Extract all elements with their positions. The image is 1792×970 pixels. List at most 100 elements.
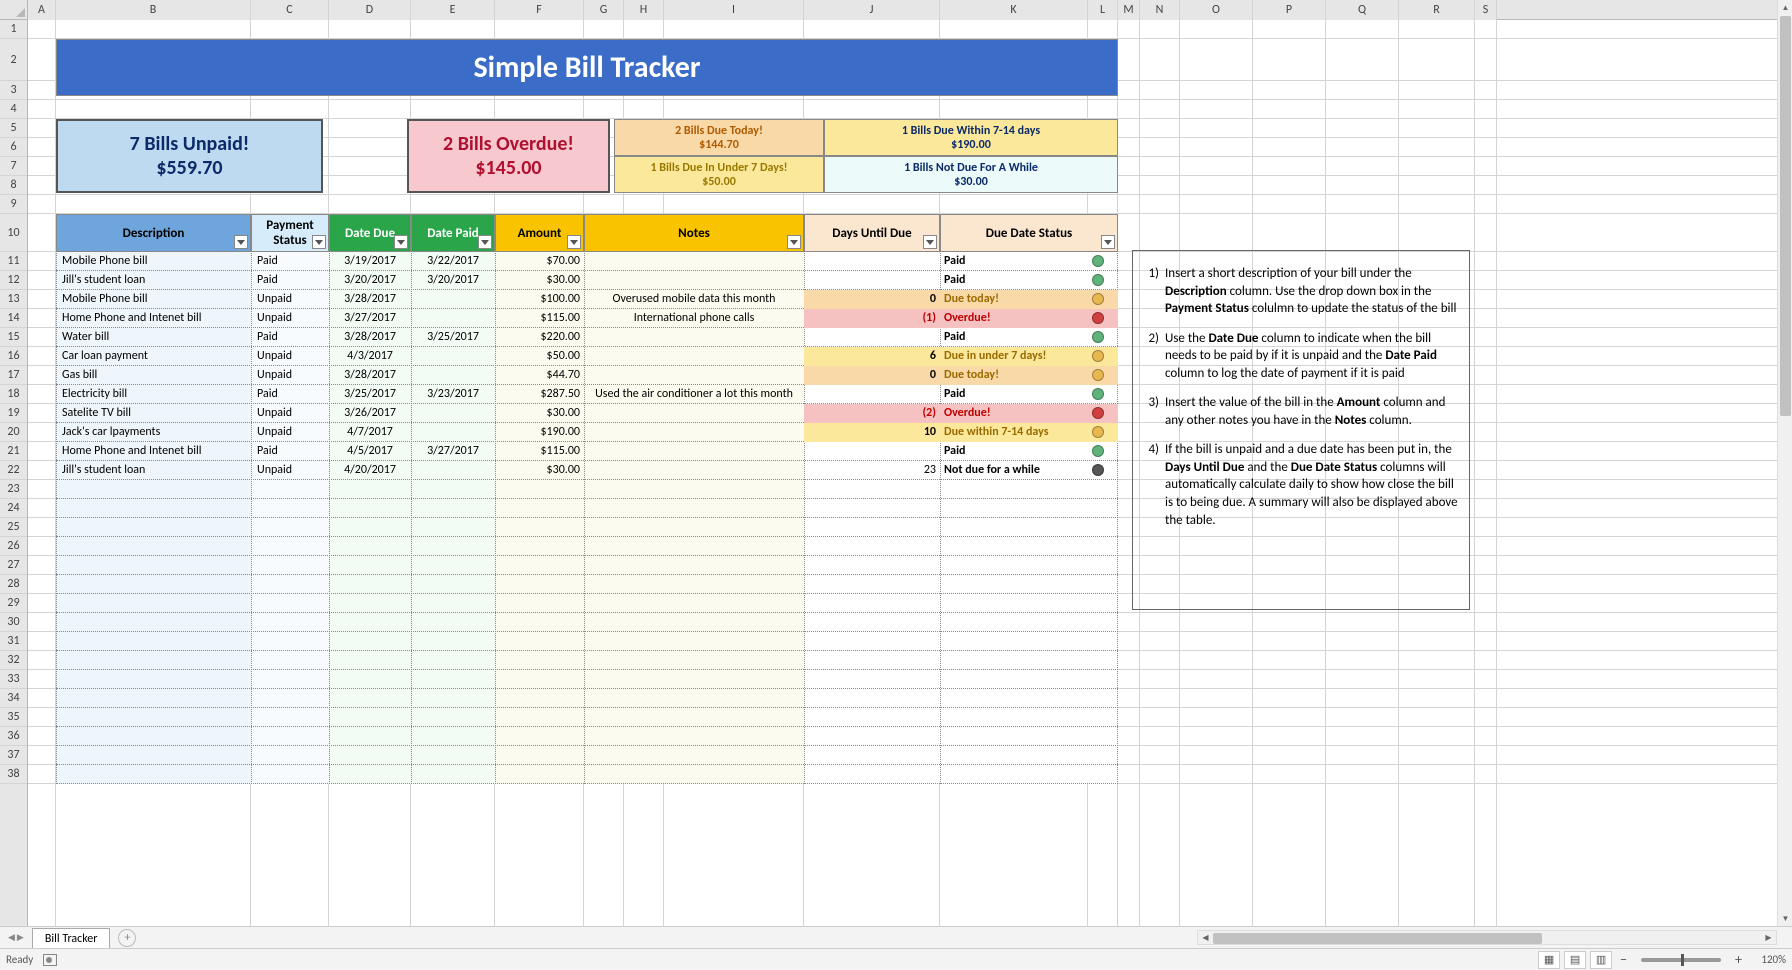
- column-header[interactable]: M: [1118, 0, 1140, 20]
- row-header[interactable]: 2: [0, 39, 27, 81]
- cell-notes[interactable]: [584, 423, 804, 442]
- column-header[interactable]: R: [1399, 0, 1475, 20]
- cell-payment-status[interactable]: Unpaid: [251, 366, 329, 385]
- cell-days-until-due[interactable]: [804, 252, 940, 271]
- cell-description[interactable]: Electricity bill: [56, 385, 251, 404]
- row-header[interactable]: 8: [0, 176, 27, 195]
- row-header[interactable]: 5: [0, 119, 27, 138]
- row-header[interactable]: 28: [0, 575, 27, 594]
- cell-date-paid[interactable]: [411, 461, 495, 480]
- row-header[interactable]: 16: [0, 347, 27, 366]
- cell-description[interactable]: Satelite TV bill: [56, 404, 251, 423]
- cell-due-date-status[interactable]: Overdue!: [940, 404, 1100, 423]
- column-header[interactable]: D: [329, 0, 411, 20]
- row-header[interactable]: 25: [0, 518, 27, 537]
- cell-payment-status[interactable]: Unpaid: [251, 461, 329, 480]
- row-header[interactable]: 27: [0, 556, 27, 575]
- sheet-tab-active[interactable]: Bill Tracker: [32, 928, 111, 948]
- header-due-date-status-filter[interactable]: [1101, 235, 1115, 249]
- cell-date-paid[interactable]: [411, 347, 495, 366]
- cell-notes[interactable]: [584, 366, 804, 385]
- row-header[interactable]: 31: [0, 632, 27, 651]
- cell-date-paid[interactable]: 3/20/2017: [411, 271, 495, 290]
- cell-payment-status[interactable]: Paid: [251, 328, 329, 347]
- cell-payment-status[interactable]: Paid: [251, 385, 329, 404]
- row-header[interactable]: 19: [0, 404, 27, 423]
- cell-notes[interactable]: [584, 252, 804, 271]
- cell-date-paid[interactable]: 3/23/2017: [411, 385, 495, 404]
- cell-due-date-status[interactable]: Paid: [940, 252, 1100, 271]
- row-header[interactable]: 3: [0, 81, 27, 100]
- view-page-break-button[interactable]: ▥: [1590, 951, 1612, 969]
- cell-description[interactable]: Home Phone and Intenet bill: [56, 442, 251, 461]
- column-header[interactable]: F: [495, 0, 584, 20]
- column-header[interactable]: B: [56, 0, 251, 20]
- zoom-in-button[interactable]: +: [1731, 951, 1746, 968]
- cell-due-date-status[interactable]: Overdue!: [940, 309, 1100, 328]
- row-header[interactable]: 18: [0, 385, 27, 404]
- header-notes-filter[interactable]: [787, 235, 801, 249]
- cell-amount[interactable]: $220.00: [495, 328, 584, 347]
- cell-due-date-status[interactable]: Due today!: [940, 290, 1100, 309]
- cell-amount[interactable]: $115.00: [495, 442, 584, 461]
- column-header[interactable]: P: [1253, 0, 1326, 20]
- cell-notes[interactable]: [584, 404, 804, 423]
- cell-notes[interactable]: [584, 347, 804, 366]
- cell-days-until-due[interactable]: 6: [804, 347, 940, 366]
- cell-due-date-status[interactable]: Due today!: [940, 366, 1100, 385]
- cell-payment-status[interactable]: Paid: [251, 271, 329, 290]
- column-header[interactable]: K: [940, 0, 1088, 20]
- cell-due-date-status[interactable]: Due within 7-14 days: [940, 423, 1100, 442]
- cell-date-paid[interactable]: [411, 309, 495, 328]
- cell-payment-status[interactable]: Paid: [251, 442, 329, 461]
- cell-notes[interactable]: International phone calls: [584, 309, 804, 328]
- column-header[interactable]: I: [664, 0, 804, 20]
- cell-days-until-due[interactable]: 10: [804, 423, 940, 442]
- cell-due-date-status[interactable]: Paid: [940, 271, 1100, 290]
- column-header[interactable]: G: [584, 0, 624, 20]
- cell-due-date-status[interactable]: Paid: [940, 328, 1100, 347]
- cell-due-date-status[interactable]: Due in under 7 days!: [940, 347, 1100, 366]
- zoom-out-button[interactable]: −: [1616, 951, 1631, 968]
- row-header[interactable]: 20: [0, 423, 27, 442]
- column-header[interactable]: N: [1140, 0, 1180, 20]
- cell-date-paid[interactable]: 3/27/2017: [411, 442, 495, 461]
- column-header[interactable]: Q: [1326, 0, 1399, 20]
- cell-description[interactable]: Jill's student loan: [56, 271, 251, 290]
- scroll-down-icon[interactable]: ▼: [1778, 911, 1792, 926]
- cell-amount[interactable]: $30.00: [495, 271, 584, 290]
- cell-amount[interactable]: $287.50: [495, 385, 584, 404]
- select-all-corner[interactable]: [0, 0, 28, 20]
- cell-description[interactable]: Mobile Phone bill: [56, 290, 251, 309]
- row-header[interactable]: 34: [0, 689, 27, 708]
- cell-description[interactable]: Car loan payment: [56, 347, 251, 366]
- cell-notes[interactable]: Used the air conditioner a lot this mont…: [584, 385, 804, 404]
- cell-date-due[interactable]: 4/3/2017: [329, 347, 411, 366]
- cell-date-due[interactable]: 3/25/2017: [329, 385, 411, 404]
- cell-days-until-due[interactable]: [804, 328, 940, 347]
- cell-payment-status[interactable]: Unpaid: [251, 423, 329, 442]
- row-header[interactable]: 37: [0, 746, 27, 765]
- cell-days-until-due[interactable]: [804, 442, 940, 461]
- cell-notes[interactable]: [584, 461, 804, 480]
- row-header[interactable]: 35: [0, 708, 27, 727]
- column-header[interactable]: O: [1180, 0, 1253, 20]
- column-header[interactable]: H: [624, 0, 664, 20]
- cell-amount[interactable]: $30.00: [495, 404, 584, 423]
- row-header[interactable]: 33: [0, 670, 27, 689]
- cell-payment-status[interactable]: Unpaid: [251, 404, 329, 423]
- header-date-paid-filter[interactable]: [478, 235, 492, 249]
- row-header[interactable]: 23: [0, 480, 27, 499]
- row-header[interactable]: 12: [0, 271, 27, 290]
- cell-days-until-due[interactable]: (2): [804, 404, 940, 423]
- header-amount-filter[interactable]: [567, 235, 581, 249]
- column-header[interactable]: A: [28, 0, 56, 20]
- horizontal-scrollbar[interactable]: ◀ ▶: [1197, 930, 1777, 945]
- column-header[interactable]: S: [1475, 0, 1497, 20]
- cell-date-paid[interactable]: [411, 404, 495, 423]
- row-header[interactable]: 32: [0, 651, 27, 670]
- row-header[interactable]: 6: [0, 138, 27, 157]
- cell-date-due[interactable]: 4/7/2017: [329, 423, 411, 442]
- cell-description[interactable]: Home Phone and Intenet bill: [56, 309, 251, 328]
- row-header[interactable]: 1: [0, 20, 27, 39]
